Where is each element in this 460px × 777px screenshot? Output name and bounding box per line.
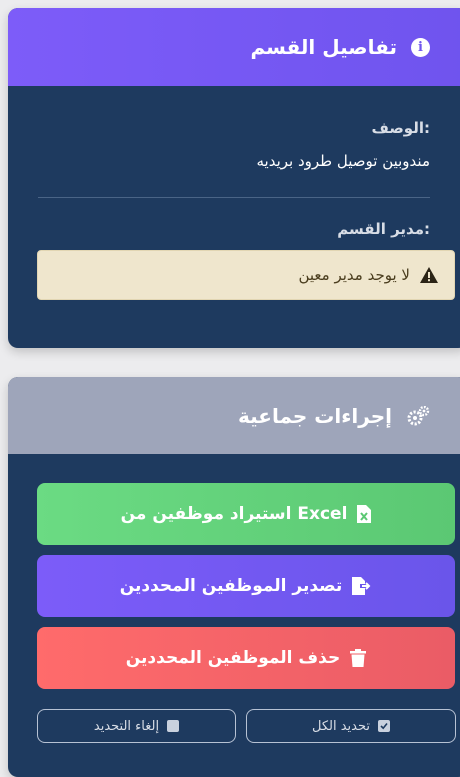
divider [38, 197, 430, 198]
description-label: الوصف: [371, 119, 430, 137]
bulk-actions-title: إجراءات جماعية [238, 403, 392, 428]
no-manager-text: لا يوجد مدير معين [298, 266, 410, 284]
description-value: مندوبين توصيل طرود بريديه [256, 152, 430, 170]
import-excel-button[interactable]: استيراد موظفين من Excel [37, 483, 455, 545]
cogs-icon [406, 405, 430, 426]
department-details-title: تفاصيل القسم [250, 35, 397, 59]
deselect-label: إلغاء التحديد [93, 718, 160, 734]
bulk-actions-header: إجراءات جماعية [8, 377, 460, 454]
warning-triangle-icon [420, 267, 438, 283]
manager-label: مدير القسم: [337, 220, 430, 238]
import-excel-label: استيراد موظفين من Excel [120, 504, 348, 524]
checkbox-checked-icon [378, 720, 390, 732]
no-manager-alert: لا يوجد مدير معين [37, 250, 455, 300]
select-all-button[interactable]: تحديد الكل [246, 709, 456, 743]
export-selected-button[interactable]: تصدير الموظفين المحددين [37, 555, 455, 617]
excel-file-icon [357, 505, 372, 523]
department-details-card: i تفاصيل القسم الوصف: مندوبين توصيل طرود… [8, 8, 460, 348]
delete-selected-button[interactable]: حذف الموظفين المحددين [37, 627, 455, 689]
file-export-icon [352, 577, 372, 595]
delete-selected-label: حذف الموظفين المحددين [125, 648, 341, 668]
department-details-header: i تفاصيل القسم [8, 8, 460, 86]
deselect-button[interactable]: إلغاء التحديد [37, 709, 236, 743]
trash-icon [350, 649, 367, 667]
bulk-actions-card: إجراءات جماعية استيراد موظفين من Excel ت… [8, 377, 460, 777]
checkbox-empty-icon [167, 720, 180, 732]
export-selected-label: تصدير الموظفين المحددين [119, 576, 343, 596]
info-circle-icon: i [411, 37, 430, 57]
select-all-label: تحديد الكل [311, 718, 370, 734]
